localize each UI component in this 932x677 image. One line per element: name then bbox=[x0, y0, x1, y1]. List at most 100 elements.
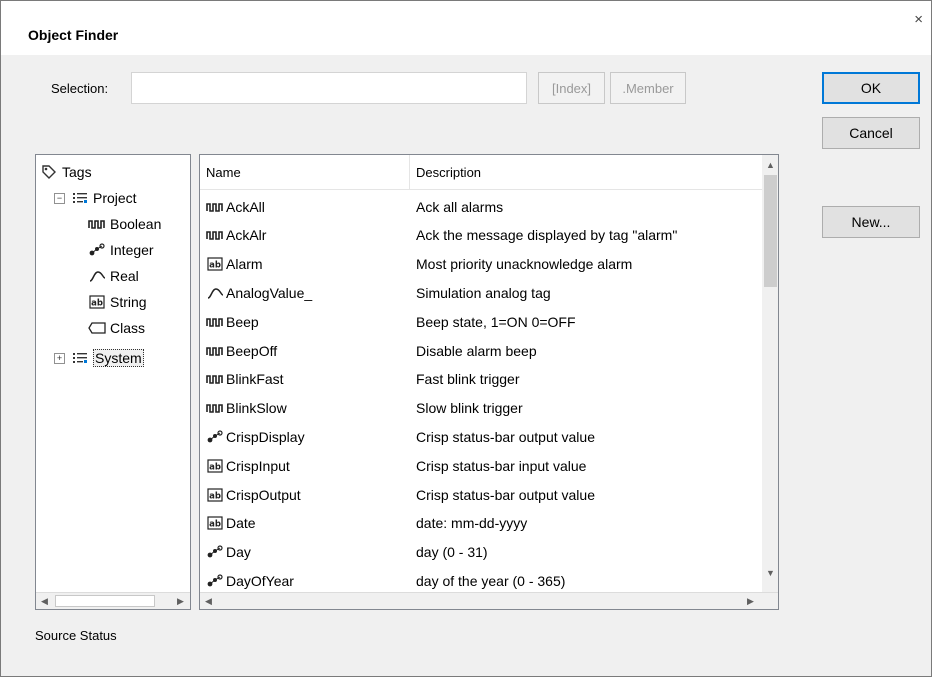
tag-name: BeepOff bbox=[226, 342, 278, 359]
list-item[interactable]: ab CrispOutput Crisp status-bar output val… bbox=[200, 481, 765, 508]
close-button[interactable]: × bbox=[914, 11, 923, 28]
tree-label-system: System bbox=[93, 349, 144, 367]
tree-node-project[interactable]: − Project bbox=[54, 187, 137, 209]
scroll-thumb[interactable] bbox=[55, 595, 155, 607]
string-icon: ab bbox=[206, 487, 224, 503]
collapse-expander[interactable]: − bbox=[54, 192, 65, 204]
tag-name: Beep bbox=[226, 313, 259, 330]
tag-name-cell: Beep bbox=[206, 308, 259, 335]
index-button[interactable]: [Index] bbox=[538, 72, 605, 104]
tree-node-class[interactable]: Class bbox=[88, 317, 145, 339]
tag-name-cell: ab CrispOutput bbox=[206, 481, 301, 508]
list-item[interactable]: BeepOff Disable alarm beep bbox=[200, 337, 765, 364]
scroll-right-arrow[interactable]: ▶ bbox=[172, 593, 189, 609]
list-item[interactable]: AnalogValue_ Simulation analog tag bbox=[200, 279, 765, 306]
tag-name: BlinkSlow bbox=[226, 400, 287, 417]
tree-node-system[interactable]: + System bbox=[54, 347, 144, 369]
tag-name-cell: ab Date bbox=[206, 510, 256, 537]
tag-name: AnalogValue_ bbox=[226, 284, 313, 301]
svg-text:ab: ab bbox=[209, 261, 221, 271]
tree-node-boolean[interactable]: Boolean bbox=[88, 213, 161, 235]
scroll-left-arrow[interactable]: ◀ bbox=[200, 593, 217, 609]
boolean-icon bbox=[206, 227, 224, 243]
title-bar: Object Finder × bbox=[1, 1, 931, 55]
tag-name: Date bbox=[226, 515, 256, 532]
scroll-down-arrow[interactable]: ▼ bbox=[762, 565, 778, 581]
class-icon bbox=[88, 320, 106, 336]
svg-text:ab: ab bbox=[209, 491, 221, 501]
expand-expander[interactable]: + bbox=[54, 352, 65, 364]
list-item[interactable]: BlinkSlow Slow blink trigger bbox=[200, 395, 765, 422]
tag-description: day (0 - 31) bbox=[416, 544, 488, 561]
scroll-up-arrow[interactable]: ▲ bbox=[762, 157, 778, 173]
list-item[interactable]: CrispDisplay Crisp status-bar output valu… bbox=[200, 423, 765, 450]
selection-input[interactable] bbox=[131, 72, 527, 104]
tree-node-tags[interactable]: Tags bbox=[40, 161, 92, 183]
list-vertical-scrollbar[interactable]: ▲ ▼ bbox=[762, 155, 778, 592]
real-icon bbox=[88, 268, 106, 284]
boolean-icon bbox=[206, 400, 224, 416]
tag-name: CrispInput bbox=[226, 457, 290, 474]
tag-name-cell: BlinkSlow bbox=[206, 395, 287, 422]
scroll-thumb[interactable] bbox=[764, 175, 777, 287]
tree-horizontal-scrollbar[interactable]: ◀ ▶ bbox=[36, 592, 190, 609]
tag-description: Ack the message displayed by tag "alarm" bbox=[416, 227, 678, 244]
boolean-icon bbox=[206, 343, 224, 359]
tag-description: Disable alarm beep bbox=[416, 342, 537, 359]
tag-name-cell: Day bbox=[206, 539, 251, 566]
list-item[interactable]: ab Alarm Most priority unacknowledge alarm bbox=[200, 251, 765, 278]
column-header-name[interactable]: Name bbox=[200, 155, 410, 189]
boolean-icon bbox=[206, 199, 224, 215]
tag-name-cell: AnalogValue_ bbox=[206, 279, 312, 306]
integer-icon bbox=[206, 429, 224, 445]
list-horizontal-scrollbar[interactable]: ◀ ▶ bbox=[200, 592, 778, 609]
boolean-icon bbox=[88, 216, 106, 232]
tree-node-integer[interactable]: Integer bbox=[88, 239, 154, 261]
list-item[interactable]: DayOfYear day of the year (0 - 365) bbox=[200, 567, 765, 594]
tree-node-string[interactable]: ab String bbox=[88, 291, 147, 313]
boolean-icon bbox=[206, 371, 224, 387]
ok-button[interactable]: OK bbox=[822, 72, 920, 104]
tag-list[interactable]: Name Description AckAll Ack all alarms Ack… bbox=[199, 154, 779, 610]
tree-node-real[interactable]: Real bbox=[88, 265, 139, 287]
tag-description: Most priority unacknowledge alarm bbox=[416, 256, 633, 273]
tag-name: AckAlr bbox=[226, 227, 267, 244]
list-item[interactable]: Day day (0 - 31) bbox=[200, 539, 765, 566]
svg-text:ab: ab bbox=[209, 462, 221, 472]
tag-name: CrispOutput bbox=[226, 486, 301, 503]
list-item[interactable]: Beep Beep state, 1=ON 0=OFF bbox=[200, 308, 765, 335]
object-finder-dialog: Object Finder × Selection: [Index] .Memb… bbox=[0, 0, 932, 677]
tag-name-cell: BeepOff bbox=[206, 337, 277, 364]
list-item[interactable]: BlinkFast Fast blink trigger bbox=[200, 366, 765, 393]
tag-description: Slow blink trigger bbox=[416, 400, 523, 417]
dialog-title: Object Finder bbox=[28, 27, 119, 43]
column-header-description[interactable]: Description bbox=[410, 155, 762, 189]
boolean-icon bbox=[206, 314, 224, 330]
tag-tree[interactable]: Tags − Project Boolean Integer Real ab Strin… bbox=[35, 154, 191, 610]
tag-name: AckAll bbox=[226, 198, 265, 215]
tag-name: BlinkFast bbox=[226, 371, 284, 388]
tag-description: Crisp status-bar input value bbox=[416, 457, 587, 474]
scroll-right-arrow[interactable]: ▶ bbox=[742, 593, 759, 609]
tree-label: Class bbox=[110, 320, 146, 336]
tree-label: Integer bbox=[110, 242, 154, 258]
integer-icon bbox=[206, 573, 224, 589]
tag-description: Fast blink trigger bbox=[416, 371, 520, 388]
new-button[interactable]: New... bbox=[822, 206, 920, 238]
tag-name: DayOfYear bbox=[226, 572, 294, 589]
tag-description: day of the year (0 - 365) bbox=[416, 572, 566, 589]
tag-name-cell: BlinkFast bbox=[206, 366, 284, 393]
list-item[interactable]: AckAll Ack all alarms bbox=[200, 193, 765, 220]
list-item[interactable]: ab Date date: mm-dd-yyyy bbox=[200, 510, 765, 537]
tree-label: Real bbox=[110, 268, 139, 284]
string-icon: ab bbox=[206, 256, 224, 272]
integer-icon bbox=[206, 544, 224, 560]
list-item[interactable]: AckAlr Ack the message displayed by tag "… bbox=[200, 222, 765, 249]
list-item[interactable]: ab CrispInput Crisp status-bar input value bbox=[200, 452, 765, 479]
scroll-left-arrow[interactable]: ◀ bbox=[36, 593, 53, 609]
member-button[interactable]: .Member bbox=[610, 72, 686, 104]
cancel-button[interactable]: Cancel bbox=[822, 117, 920, 149]
tag-description: date: mm-dd-yyyy bbox=[416, 515, 528, 532]
list-folder-icon bbox=[71, 190, 89, 206]
tag-description: Ack all alarms bbox=[416, 198, 504, 215]
